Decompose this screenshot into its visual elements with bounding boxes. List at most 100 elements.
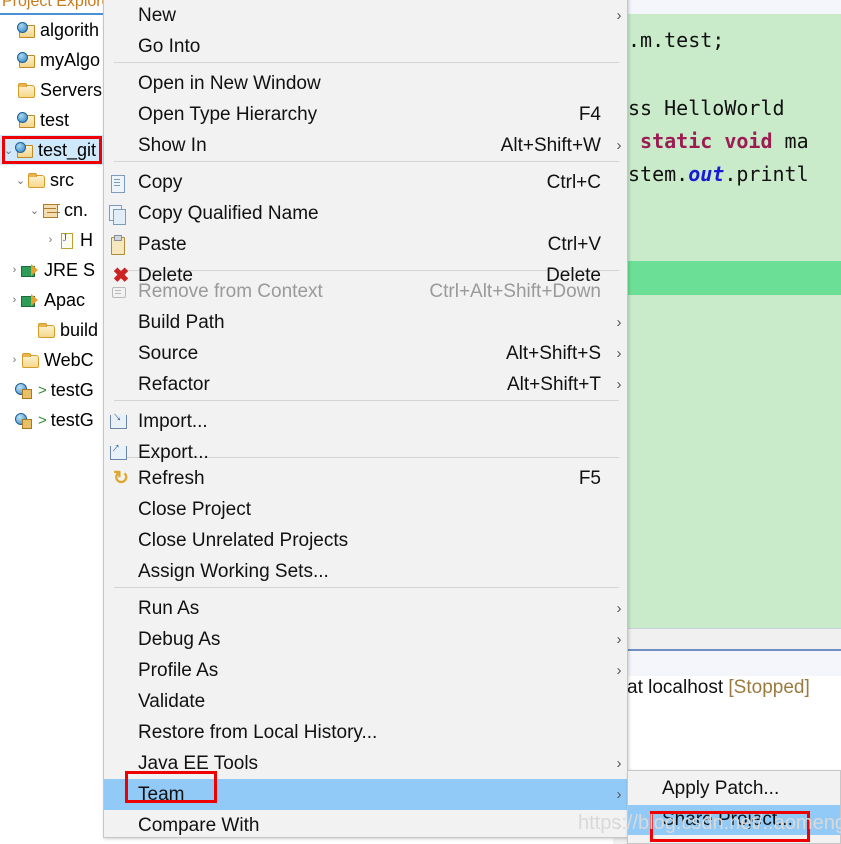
library-icon [21, 262, 40, 278]
menu-item-shortcut: Ctrl+V [547, 233, 601, 255]
menu-item-team[interactable]: Team › [104, 779, 627, 810]
server-entry-label: at localhost [627, 677, 724, 698]
tree-item-label: WebC [44, 349, 94, 370]
menu-item-open-type-hierarchy[interactable]: Open Type HierarchyF4› [104, 99, 627, 130]
menu-item-copy-qualified-name[interactable]: Copy Qualified Name› [104, 198, 627, 229]
menu-item-label: Team [138, 783, 185, 805]
chevron-down-icon[interactable]: ⌄ [28, 204, 41, 217]
code-text: ss HelloWorld [628, 96, 797, 120]
menu-item-go-into[interactable]: Go Into› [104, 31, 627, 62]
menu-item-label: Run As [138, 597, 200, 619]
tree-item-myalgo[interactable]: myAlgo [0, 45, 108, 75]
menu-item-show-in[interactable]: Show In Alt+Shift+W › [104, 130, 627, 161]
menu-item-refactor[interactable]: Refactor Alt+Shift+T › [104, 369, 627, 400]
tree-item-webc[interactable]: › WebC [0, 345, 108, 375]
refresh-icon: ↻ [113, 468, 129, 489]
chevron-right-icon[interactable]: › [44, 234, 57, 246]
tree-item-algorith[interactable]: algorith [0, 15, 108, 45]
menu-item-java-ee-tools[interactable]: Java EE Tools › [104, 748, 627, 779]
tree-item-test-git[interactable]: ⌄ test_git [0, 135, 108, 165]
menu-item-assign-working-sets[interactable]: Assign Working Sets...› [104, 556, 627, 587]
menu-item-label: Close Unrelated Projects [138, 529, 349, 551]
menu-item-label: Refactor [138, 373, 210, 395]
remove-context-icon [104, 281, 138, 303]
eclipse-ide-window: Project Explorer algorith myAlgo Servers te… [0, 0, 841, 844]
chevron-right-icon[interactable]: › [8, 294, 21, 306]
tree-item-testg[interactable]: > testG [0, 405, 108, 435]
menu-item-shortcut: Ctrl+C [546, 171, 601, 193]
menu-item-shortcut: Ctrl+Alt+Shift+Down [429, 280, 601, 302]
menu-separator [114, 62, 619, 63]
menu-item-close-project[interactable]: Close Project› [104, 494, 627, 525]
menu-item-copy[interactable]: CopyCtrl+C› [104, 167, 627, 198]
menu-item-restore-from-local-history[interactable]: Restore from Local History...› [104, 717, 627, 748]
menu-item-label: Refresh [138, 467, 205, 489]
menu-item-build-path[interactable]: Build Path › [104, 307, 627, 338]
tree-item-label: H [80, 229, 93, 250]
submenu-arrow-icon: › [616, 755, 622, 772]
chevron-right-icon[interactable]: › [8, 264, 21, 276]
menu-item-source[interactable]: Source Alt+Shift+S › [104, 338, 627, 369]
tree-item-apac[interactable]: › Apac [0, 285, 108, 315]
menu-item-new[interactable]: New › [104, 0, 627, 31]
menu-item-label: Validate [138, 690, 206, 712]
tree-item-servers[interactable]: Servers [0, 75, 108, 105]
package-icon [41, 202, 60, 218]
submenu-arrow-icon: › [616, 314, 622, 331]
tree-item-label: test [40, 109, 70, 130]
project-explorer-tab[interactable]: Project Explorer [0, 0, 108, 15]
chevron-down-icon[interactable]: ⌄ [2, 144, 15, 157]
menu-item-open-in-new-window[interactable]: Open in New Window› [104, 68, 627, 99]
chevron-down-icon[interactable]: ⌄ [14, 174, 27, 187]
menu-item-label: Remove from Context [138, 280, 323, 302]
java-file-icon [57, 232, 76, 249]
menu-item-icon-slot [104, 598, 138, 620]
editor-tab-strip[interactable] [613, 0, 841, 15]
source-folder-icon [27, 172, 46, 188]
menu-item-label: Debug As [138, 628, 221, 650]
menu-item-refresh[interactable]: ↻RefreshF5› [104, 463, 627, 494]
menu-item-label: Export... [138, 441, 209, 463]
tree-item-testg[interactable]: > testG [0, 375, 108, 405]
chevron-right-icon[interactable]: › [8, 354, 21, 366]
tree-item-src[interactable]: ⌄ src [0, 165, 108, 195]
project-folder-icon [17, 112, 36, 128]
submenu-item-share-project[interactable]: Share Project... [628, 805, 840, 835]
copy-qualified-icon [104, 203, 138, 225]
team-submenu[interactable]: Apply Patch... Share Project... [627, 770, 841, 844]
tree-item-jre-s[interactable]: › JRE S [0, 255, 108, 285]
folder-icon [21, 352, 40, 368]
tree-item-build[interactable]: build [0, 315, 108, 345]
tree-item-label: JRE S [44, 259, 96, 280]
menu-item-label: New [138, 4, 177, 26]
console-tab-strip[interactable] [613, 649, 841, 679]
server-entry-row[interactable]: at localhost [Stopped] [627, 677, 810, 699]
menu-separator [114, 161, 619, 162]
menu-item-paste[interactable]: PasteCtrl+V› [104, 229, 627, 260]
menu-item-icon-slot [104, 104, 138, 126]
menu-item-label: Close Project [138, 498, 251, 520]
menu-item-icon-slot [104, 753, 138, 775]
menu-item-profile-as[interactable]: Profile As › [104, 655, 627, 686]
menu-item-run-as[interactable]: Run As › [104, 593, 627, 624]
menu-item-import[interactable]: Import...› [104, 406, 627, 437]
menu-item-debug-as[interactable]: Debug As › [104, 624, 627, 655]
java-editor-content[interactable]: .m.test; ss HelloWorld static void ma st… [628, 14, 841, 628]
menu-item-validate[interactable]: Validate› [104, 686, 627, 717]
tree-item-cn-[interactable]: ⌄ cn. [0, 195, 108, 225]
menu-item-icon-slot [104, 36, 138, 58]
tree-item-test[interactable]: test [0, 105, 108, 135]
submenu-arrow-icon: › [616, 662, 622, 679]
tree-item-label: Apac [44, 289, 86, 310]
submenu-arrow-icon: › [616, 786, 622, 803]
tree-item-label: testG [50, 379, 94, 400]
menu-item-icon-slot [104, 312, 138, 334]
submenu-arrow-icon: › [616, 376, 622, 393]
submenu-item-apply-patch[interactable]: Apply Patch... [628, 774, 840, 804]
tree-item-h[interactable]: ›H [0, 225, 108, 255]
project-folder-icon [15, 142, 34, 158]
project-context-menu[interactable]: New›Go Into›Open in New Window›Open Type… [103, 0, 628, 838]
menu-item-close-unrelated-projects[interactable]: Close Unrelated Projects› [104, 525, 627, 556]
menu-item-compare-with[interactable]: Compare With › [104, 810, 627, 837]
tree-item-label: test_git [38, 139, 97, 160]
